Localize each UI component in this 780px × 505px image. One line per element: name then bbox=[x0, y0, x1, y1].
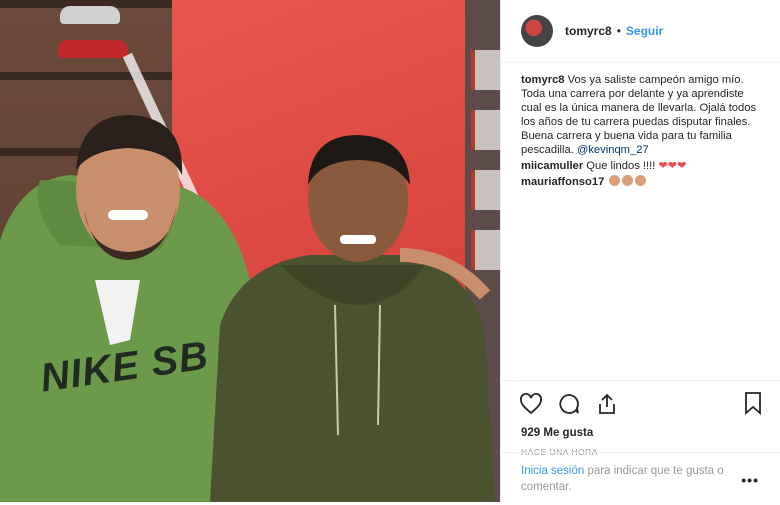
header-username[interactable]: tomyrc8 bbox=[565, 24, 612, 38]
separator-dot: • bbox=[616, 24, 621, 38]
share-icon[interactable] bbox=[595, 392, 619, 416]
follow-button[interactable]: Seguir bbox=[626, 24, 663, 38]
comment-icon[interactable] bbox=[557, 392, 581, 416]
login-link[interactable]: Inicia sesión bbox=[521, 465, 584, 477]
bookmark-icon[interactable] bbox=[743, 391, 763, 415]
post-sidebar: tomyrc8 • Seguir tomyrc8 Vos ya saliste … bbox=[500, 0, 780, 502]
post-header: tomyrc8 • Seguir bbox=[501, 0, 780, 63]
comment-username[interactable]: miicamuller bbox=[521, 160, 583, 172]
post-photo[interactable]: NIKE SB bbox=[0, 0, 500, 502]
comment-username[interactable]: mauriaffonso17 bbox=[521, 176, 604, 188]
instagram-post: NIKE SB tomyrc8 • Seguir tomyrc8 Vos ya … bbox=[0, 0, 780, 502]
more-options-icon[interactable]: ••• bbox=[741, 472, 759, 488]
caption-username[interactable]: tomyrc8 bbox=[521, 74, 565, 86]
heart-emoji-icon: ❤❤❤ bbox=[658, 160, 687, 172]
avatar[interactable] bbox=[521, 15, 553, 47]
caption: tomyrc8 Vos ya saliste campeón amigo mío… bbox=[521, 73, 761, 157]
person-right bbox=[210, 135, 495, 502]
likes-count[interactable]: 929 Me gusta bbox=[501, 417, 780, 439]
clapping-hands-emoji-icon bbox=[607, 175, 647, 188]
comment-text: Que lindos !!!! bbox=[586, 160, 656, 172]
heart-icon[interactable] bbox=[519, 392, 543, 416]
login-prompt: Inicia sesión para indicar que te gusta … bbox=[501, 452, 780, 505]
list-item: miicamuller Que lindos !!!! ❤❤❤ bbox=[521, 159, 761, 173]
caption-mention[interactable]: @kevinqm_27 bbox=[577, 144, 649, 156]
list-item: mauriaffonso17 bbox=[521, 175, 761, 189]
comments-list: tomyrc8 Vos ya saliste campeón amigo mío… bbox=[501, 63, 780, 373]
post-actions: 929 Me gusta HACE UNA HORA bbox=[501, 380, 780, 457]
